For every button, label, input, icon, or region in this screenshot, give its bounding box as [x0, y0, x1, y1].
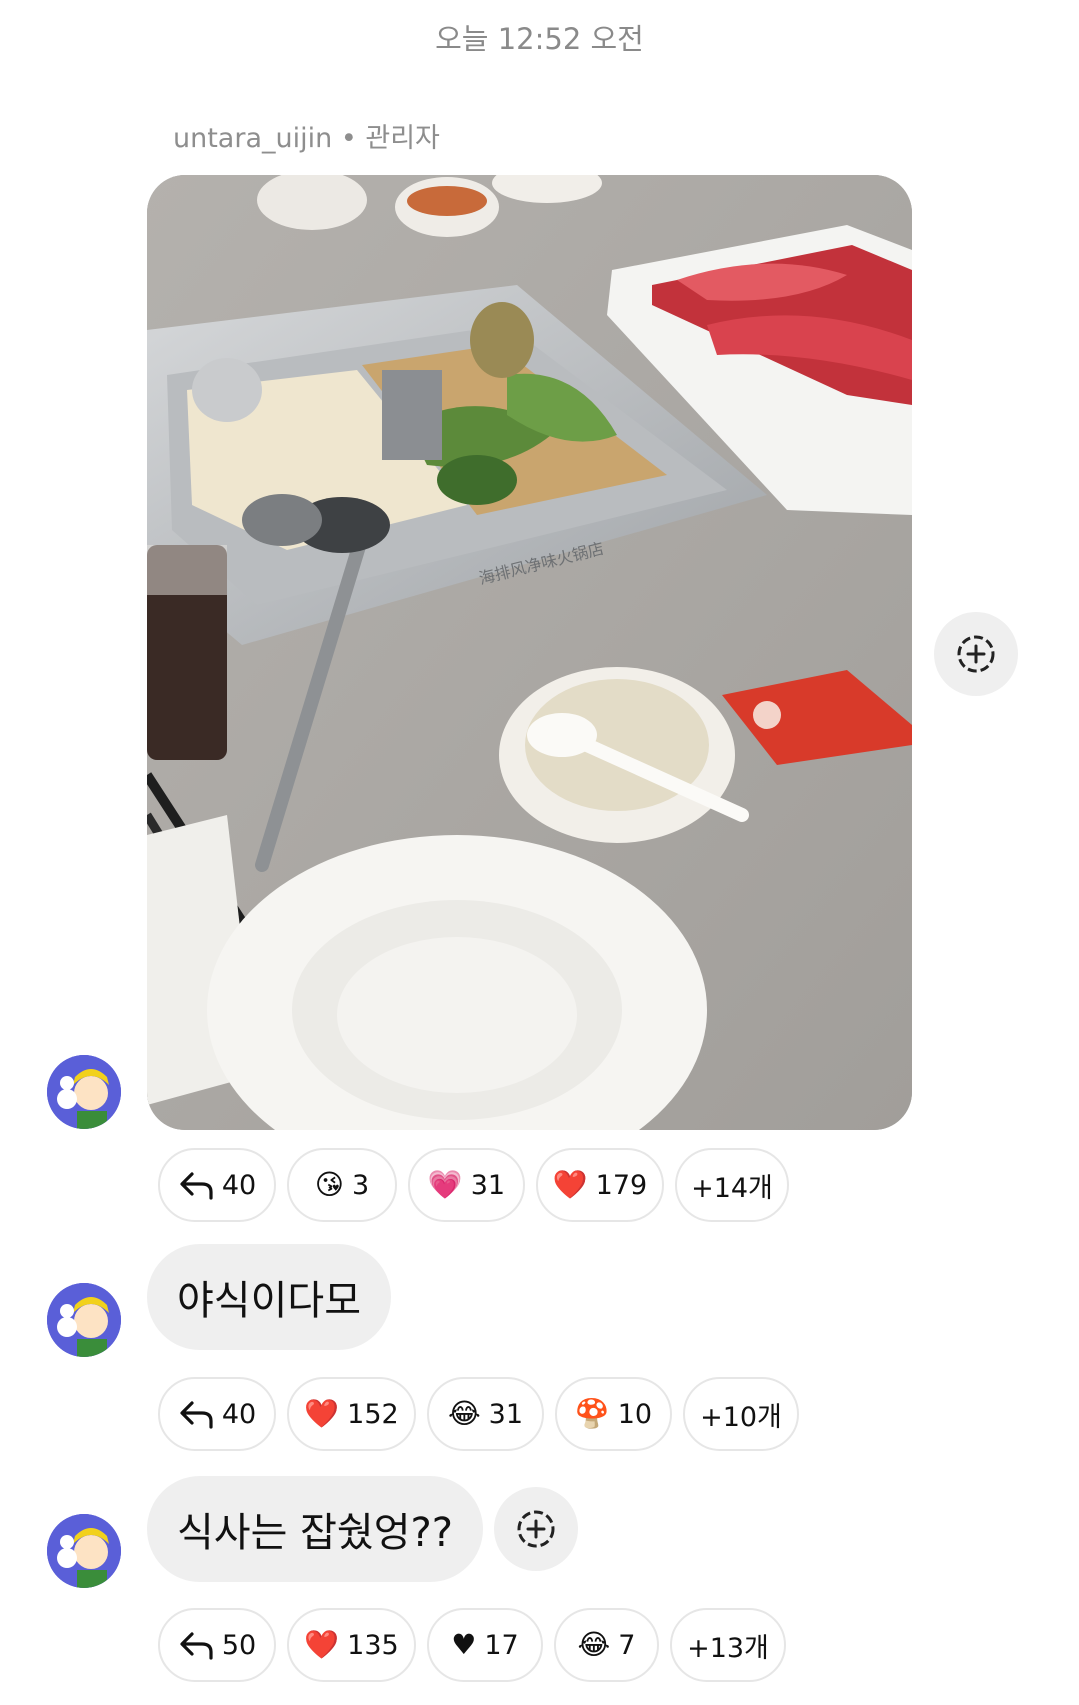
- reaction-chip[interactable]: 🍄 10: [555, 1377, 672, 1451]
- add-reaction-button[interactable]: [494, 1487, 578, 1571]
- reactions-row: 40 ❤️ 152 😂 31 🍄 10 +10개: [158, 1377, 799, 1451]
- reply-count: 40: [221, 1398, 257, 1430]
- reply-count: 50: [221, 1629, 257, 1661]
- kissing-face-emoji: 😘: [314, 1168, 344, 1201]
- laughing-tears-emoji: 😂: [447, 1397, 481, 1430]
- reply-count-chip[interactable]: 50: [158, 1608, 276, 1682]
- red-heart-emoji: ❤️: [304, 1628, 340, 1661]
- reaction-chip[interactable]: ❤️ 152: [287, 1377, 416, 1451]
- reaction-count: 10: [617, 1398, 653, 1430]
- reply-count-chip[interactable]: 40: [158, 1148, 276, 1222]
- reaction-count: 3: [352, 1169, 370, 1201]
- hotpot-photo: [147, 175, 912, 1130]
- avatar-image: [47, 1055, 121, 1129]
- reaction-chip[interactable]: 😂 31: [427, 1377, 544, 1451]
- message-text: 식사는 잡쉈엉??: [177, 1510, 453, 1556]
- red-heart-emoji: ❤️: [552, 1168, 588, 1201]
- reaction-chip[interactable]: 😘 3: [287, 1148, 397, 1222]
- reply-arrow-icon: [178, 1399, 214, 1429]
- laughing-tears-emoji: 😂: [577, 1628, 611, 1661]
- reaction-count: 31: [470, 1169, 506, 1201]
- reaction-count: 179: [595, 1169, 648, 1201]
- reaction-count: 7: [618, 1629, 636, 1661]
- reaction-chip[interactable]: ❤️ 135: [287, 1608, 416, 1682]
- pink-heart-emoji: 💗: [427, 1168, 463, 1201]
- more-reactions-label: +10개: [700, 1401, 782, 1433]
- message-bubble[interactable]: 식사는 잡쉈엉??: [147, 1476, 483, 1582]
- more-reactions-label: +14개: [691, 1172, 773, 1204]
- avatar[interactable]: [47, 1055, 121, 1129]
- photo-message[interactable]: 海排风净味火锅店: [147, 175, 912, 1130]
- more-reactions-label: +13개: [687, 1632, 769, 1664]
- reaction-count: 17: [484, 1629, 519, 1661]
- sender-separator: •: [340, 123, 357, 154]
- more-reactions-chip[interactable]: +13개: [670, 1608, 786, 1682]
- reply-count-chip[interactable]: 40: [158, 1377, 276, 1451]
- message-bubble[interactable]: 야식이다모: [147, 1244, 391, 1350]
- red-heart-emoji: ❤️: [304, 1397, 340, 1430]
- reply-arrow-icon: [178, 1170, 214, 1200]
- sender-role: 관리자: [365, 123, 440, 154]
- sender-name[interactable]: untara_uijin: [173, 123, 332, 154]
- add-reaction-icon: [517, 1510, 555, 1548]
- black-heart-emoji: ♥: [451, 1628, 477, 1661]
- reply-count: 40: [221, 1169, 257, 1201]
- sender-line: untara_uijin • 관리자: [173, 116, 440, 155]
- reaction-chip[interactable]: ❤️ 179: [536, 1148, 664, 1222]
- timestamp: 오늘 12:52 오전: [435, 22, 644, 56]
- reaction-count: 31: [488, 1398, 524, 1430]
- reactions-row: 40 😘 3 💗 31 ❤️ 179 +14개: [158, 1148, 789, 1222]
- avatar-image: [47, 1283, 121, 1357]
- add-reaction-icon: [957, 635, 995, 673]
- more-reactions-chip[interactable]: +14개: [675, 1148, 789, 1222]
- reaction-chip[interactable]: ♥ 17: [427, 1608, 543, 1682]
- avatar[interactable]: [47, 1514, 121, 1588]
- reaction-count: 135: [347, 1629, 399, 1661]
- reaction-chip[interactable]: 💗 31: [408, 1148, 525, 1222]
- avatar-image: [47, 1514, 121, 1588]
- more-reactions-chip[interactable]: +10개: [683, 1377, 799, 1451]
- reaction-chip[interactable]: 😂 7: [554, 1608, 659, 1682]
- mushroom-emoji: 🍄: [574, 1397, 610, 1430]
- reply-arrow-icon: [178, 1630, 214, 1660]
- reactions-row: 50 ❤️ 135 ♥ 17 😂 7 +13개: [158, 1608, 786, 1682]
- message-text: 야식이다모: [177, 1278, 361, 1324]
- reaction-count: 152: [347, 1398, 399, 1430]
- avatar[interactable]: [47, 1283, 121, 1357]
- add-reaction-button[interactable]: [934, 612, 1018, 696]
